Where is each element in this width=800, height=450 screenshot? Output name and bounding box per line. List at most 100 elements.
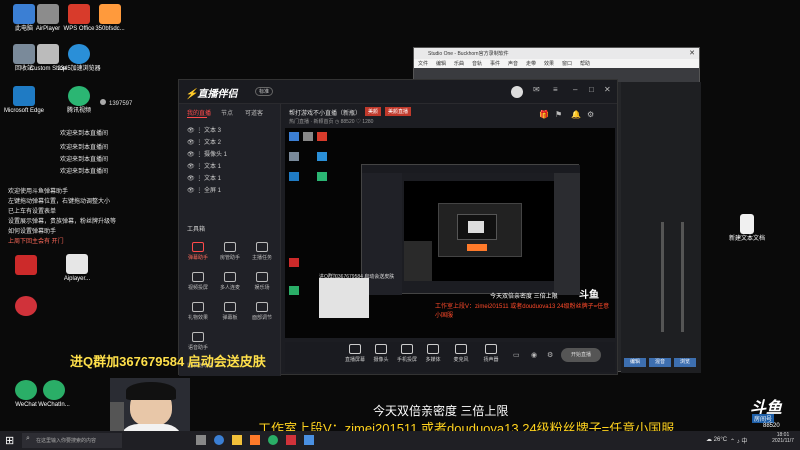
message-icon[interactable]: ✉ — [533, 85, 540, 94]
music-taskbar-icon[interactable] — [286, 435, 296, 445]
tool-streamer-task[interactable]: 主播任务 — [247, 242, 277, 261]
wechat-taskbar-icon[interactable] — [268, 435, 278, 445]
preview-webcam — [319, 278, 369, 318]
promo-line-1: 今天双倍亲密度 三倍上限 — [373, 404, 509, 418]
scene-row[interactable]: 👁 ⋮ 文本 3 — [187, 125, 277, 135]
task-view-icon[interactable] — [196, 435, 206, 445]
tab-kedaoke[interactable]: 可道客 — [245, 108, 263, 117]
desktop-icon-wechat-in[interactable]: WeChatIn... — [32, 380, 76, 409]
menu-item-edit[interactable]: 编辑 — [436, 60, 446, 67]
chat-line: 欢迎来到本直播间 — [60, 131, 109, 137]
tool-face-adjust[interactable]: 面部调节 — [247, 302, 277, 321]
microphone-button[interactable]: 麦克风 — [449, 344, 473, 363]
desktop-icon-tencent-video[interactable]: 腾讯视频 — [57, 86, 101, 115]
tool-multi-mic[interactable]: 多人连麦 — [215, 272, 245, 291]
menu-item-event[interactable]: 事件 — [490, 60, 500, 67]
chat-line: 欢迎使用斗鱼弹幕助手 — [8, 189, 69, 195]
game-icon — [256, 272, 268, 282]
clock[interactable]: 18:01 2021/11/7 — [768, 432, 798, 444]
eye-icon[interactable]: ◉ — [531, 351, 537, 359]
windows-start-icon[interactable]: ⊞ — [5, 434, 14, 447]
add-screen-button[interactable]: 直播屏幕 — [343, 344, 367, 363]
menu-item-help[interactable]: 帮助 — [580, 60, 590, 67]
desktop-icon-aiplayer[interactable]: Aiplayer... — [55, 254, 99, 283]
speaker-icon — [485, 344, 497, 354]
scene-row[interactable]: 👁 ⋮ 摄像头 1 — [187, 149, 277, 159]
bell-icon[interactable]: 🔔 — [571, 110, 581, 119]
scene-row[interactable]: 👁 ⋮ 文本 1 — [187, 161, 277, 171]
close-icon[interactable]: ✕ — [604, 85, 611, 94]
settings-icon[interactable]: ⚙ — [587, 110, 594, 119]
tool-danmaku-assistant[interactable]: 弹幕助手 — [183, 242, 213, 261]
menu-item-file[interactable]: 文件 — [418, 60, 428, 67]
eye-icon[interactable]: 👁 — [187, 176, 195, 182]
menu-item-transport[interactable]: 走带 — [526, 60, 536, 67]
tool-danmaku-board[interactable]: 弹幕板 — [215, 302, 245, 321]
desktop-icon-netease[interactable] — [4, 255, 48, 277]
tool-gift-effect[interactable]: 礼物效果 — [183, 302, 213, 321]
studio-taskbar-icon[interactable] — [304, 435, 314, 445]
tab-node[interactable]: 节点 — [221, 108, 233, 117]
minimize-icon[interactable]: – — [573, 85, 577, 94]
scene-row[interactable]: 👁 ⋮ 全屏 1 — [187, 185, 277, 195]
mic-icon — [224, 272, 236, 282]
desktop-icon-new-text[interactable]: 新建文本文档 — [722, 214, 772, 243]
tool-room-manager[interactable]: 房管助手 — [215, 242, 245, 261]
scene-row[interactable]: 👁 ⋮ 文本 1 — [187, 173, 277, 183]
start-live-button[interactable]: 开始直播 — [561, 348, 601, 362]
menu-item-song[interactable]: 乐曲 — [454, 60, 464, 67]
chat-line: 左键拖动弹幕位置，右键拖动调整大小 — [8, 199, 111, 205]
fader-track[interactable] — [661, 222, 664, 332]
studio-menubar: 文件 编辑 乐曲 音轨 事件 声音 走带 效果 窗口 帮助 — [414, 59, 699, 68]
edit-button[interactable]: 编辑 — [624, 358, 646, 367]
eye-icon[interactable]: 👁 — [187, 128, 195, 134]
gift-icon[interactable]: 🎁 — [539, 110, 549, 119]
eye-icon[interactable]: 👁 — [187, 164, 195, 170]
explorer-icon[interactable] — [232, 435, 242, 445]
menu-icon[interactable]: ≡ — [553, 85, 558, 94]
tray-icons[interactable]: ⌃ ♪ 中 — [730, 436, 747, 445]
speaker-button[interactable]: 扬声器 — [479, 344, 503, 363]
settings-icon[interactable]: ⚙ — [547, 351, 553, 359]
menu-item-audio[interactable]: 声音 — [508, 60, 518, 67]
add-camera-button[interactable]: 摄像头 — [369, 344, 393, 363]
scene-sidebar: 我的直播 节点 可道客 👁 ⋮ 文本 3 👁 ⋮ 文本 2 👁 ⋮ 摄像头 1 … — [179, 104, 281, 376]
weather-indicator[interactable]: ☁ 26°C — [706, 436, 727, 443]
browse-button[interactable]: 浏览 — [674, 358, 696, 367]
room-tag: 美颜 — [365, 107, 382, 116]
tool-video-cast[interactable]: 视频投屏 — [183, 272, 213, 291]
record-icon[interactable]: ▭ — [513, 351, 520, 359]
desktop-icon-file[interactable]: 350bfsdc... — [88, 4, 132, 33]
eye-icon[interactable]: 👁 — [187, 140, 195, 146]
menu-item-track[interactable]: 音轨 — [472, 60, 482, 67]
add-media-button[interactable]: 多媒体 — [421, 344, 445, 363]
search-box[interactable]: ⌕ 在这里输入你要搜索的内容 — [22, 433, 122, 448]
camera-icon — [375, 344, 387, 354]
desktop-icon-music2[interactable] — [4, 296, 48, 318]
live-companion-taskbar-icon[interactable] — [250, 435, 260, 445]
desktop-icon-edge[interactable]: Microsoft Edge — [2, 86, 46, 115]
rank-icon[interactable]: ⚑ — [555, 110, 562, 119]
studio-mixer-panel — [621, 82, 701, 373]
eye-icon[interactable]: 👁 — [187, 188, 195, 194]
tool-entertainment[interactable]: 娱乐场 — [247, 272, 277, 291]
menu-item-effects[interactable]: 效果 — [544, 60, 554, 67]
eye-icon[interactable]: 👁 — [187, 152, 195, 158]
menu-item-window[interactable]: 窗口 — [562, 60, 572, 67]
desktop-icon-2345[interactable]: 2345加速浏览器 — [57, 44, 101, 73]
edge-taskbar-icon[interactable] — [214, 435, 224, 445]
preview-overlay-text: 今天双倍亲密度 三倍上限 — [490, 294, 558, 300]
search-icon: ⌕ — [26, 435, 30, 442]
maximize-icon[interactable]: □ — [589, 85, 594, 94]
avatar[interactable] — [511, 86, 523, 98]
tool-voice-assistant[interactable]: 语音助手 — [183, 332, 213, 351]
add-phone-cast-button[interactable]: 手机投屏 — [395, 344, 419, 363]
preview-overlay-text: 工作室上段V：zimei201511 或者douduova13 24级粉丝牌子=… — [435, 304, 610, 319]
mix-button[interactable]: 混音 — [649, 358, 671, 367]
fader-track[interactable] — [681, 222, 684, 332]
live-companion-window[interactable]: ⚡直播伴侣 标准 ✉ ≡ – □ ✕ 我的直播 节点 可道客 👁 ⋮ 文本 3 … — [178, 79, 618, 376]
scene-row[interactable]: 👁 ⋮ 文本 2 — [187, 137, 277, 147]
stream-preview[interactable]: 今天双倍亲密度 三倍上限 工作室上段V：zimei201511 或者douduo… — [285, 128, 615, 338]
close-icon[interactable]: ✕ — [689, 49, 695, 57]
tab-my-live[interactable]: 我的直播 — [187, 108, 211, 117]
